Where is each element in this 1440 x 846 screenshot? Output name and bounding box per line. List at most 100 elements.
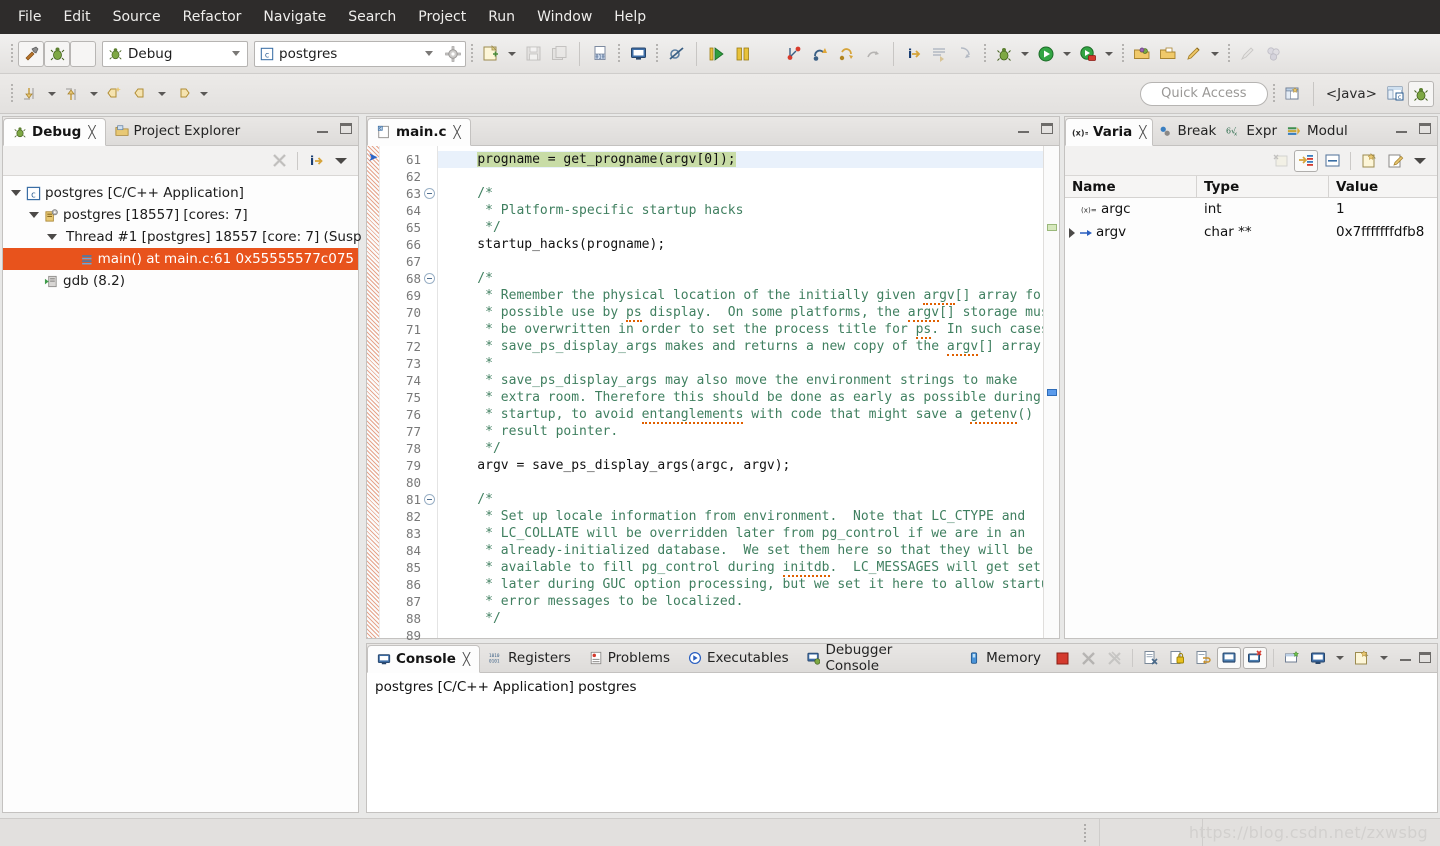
overview-marker-green[interactable] <box>1047 224 1057 231</box>
open-resource-icon[interactable] <box>1155 41 1181 67</box>
open-console-icon[interactable] <box>1280 647 1304 669</box>
binary-file-icon[interactable]: 010 <box>587 41 613 67</box>
info-step-icon[interactable]: i <box>901 41 927 67</box>
tree-item-process[interactable]: postgres [18557] [cores: 7] <box>3 204 358 226</box>
tree-item-gdb[interactable]: gdb (8.2) <box>3 270 358 292</box>
minimize-icon[interactable] <box>1396 124 1407 133</box>
new-console-dropdown-arrow[interactable] <box>1380 656 1388 660</box>
code-line[interactable]: * Set up locale information from environ… <box>438 508 1043 525</box>
chevron-down-icon[interactable] <box>29 212 39 218</box>
editor-code[interactable]: progname = get_progname(argv[0]); /* * P… <box>438 146 1043 638</box>
code-line[interactable]: * LC_COLLATE will be overridden later fr… <box>438 525 1043 542</box>
previous-member-dropdown-arrow[interactable] <box>90 91 98 96</box>
profile-launch-icon[interactable] <box>1075 41 1101 67</box>
code-line[interactable]: * Platform-specific startup hacks <box>438 202 1043 219</box>
code-line[interactable]: * be overwritten in order to set the pro… <box>438 321 1043 339</box>
previous-member-icon[interactable] <box>60 81 86 107</box>
menu-item-window[interactable]: Window <box>527 4 602 30</box>
code-line[interactable]: * already-initialized database. We set t… <box>438 542 1043 559</box>
tab-debug[interactable]: Debug ╳ <box>3 118 106 146</box>
tree-item-thread[interactable]: Thread #1 [postgres] 18557 [core: 7] (Su… <box>3 226 362 248</box>
open-type-icon[interactable] <box>1129 41 1155 67</box>
suspend-icon[interactable] <box>730 41 756 67</box>
code-line[interactable] <box>438 168 1043 185</box>
code-line[interactable]: */ <box>438 219 1043 236</box>
table-row[interactable]: argv char ** 0x7fffffffdfb8 <box>1065 221 1437 244</box>
menu-item-source[interactable]: Source <box>103 4 171 30</box>
new-console-view-icon[interactable] <box>1350 647 1374 669</box>
console-icon[interactable] <box>625 41 651 67</box>
next-member-icon[interactable] <box>18 81 44 107</box>
tab-registers[interactable]: 1010 0101 Registers <box>480 644 580 672</box>
menu-item-project[interactable]: Project <box>408 4 476 30</box>
code-line[interactable]: * save_ps_display_args makes and returns… <box>438 338 1043 356</box>
skip-breakpoints-icon[interactable] <box>663 41 689 67</box>
tab-variables[interactable]: (x)= Varia ╳ <box>1065 118 1154 146</box>
fold-collapse-icon[interactable] <box>424 185 437 202</box>
console-body[interactable]: postgres [C/C++ Application] postgres <box>367 673 1437 812</box>
launch-mode-combo[interactable]: Debug <box>102 40 248 67</box>
code-line[interactable]: * extra room. Therefore this should be d… <box>438 389 1043 406</box>
tab-project-explorer[interactable]: Project Explorer <box>106 117 250 145</box>
code-line[interactable]: /* <box>438 185 1043 202</box>
last-edit-location-icon[interactable] <box>102 81 128 107</box>
view-menu-icon[interactable] <box>1414 157 1426 164</box>
code-line[interactable]: argv = save_ps_display_args(argc, argv); <box>438 457 1043 474</box>
code-line[interactable]: startup_hacks(progname); <box>438 236 1043 253</box>
maximize-icon[interactable] <box>340 123 352 134</box>
detail-pane-icon[interactable] <box>1320 150 1344 172</box>
code-line[interactable] <box>438 253 1043 270</box>
minimize-icon[interactable] <box>1400 652 1411 661</box>
perspective-label-java[interactable]: <Java> <box>1321 86 1382 102</box>
menu-item-file[interactable]: File <box>8 4 51 30</box>
close-icon[interactable]: ╳ <box>1139 125 1146 139</box>
editor-marker-bar[interactable]: ➤ <box>367 146 380 638</box>
pin-console-icon[interactable] <box>1217 647 1241 669</box>
clear-console-icon[interactable] <box>1139 647 1163 669</box>
table-row[interactable]: (x)= argc int 1 <box>1065 198 1437 221</box>
resume-icon[interactable] <box>704 41 730 67</box>
chevron-right-icon[interactable] <box>1069 227 1075 238</box>
scroll-lock-icon[interactable] <box>1165 647 1189 669</box>
code-line[interactable]: * available to fill pg_control during in… <box>438 559 1043 577</box>
maximize-icon[interactable] <box>1041 123 1053 134</box>
fold-collapse-icon[interactable] <box>424 491 437 508</box>
code-line[interactable]: * Remember the physical location of the … <box>438 287 1043 305</box>
step-return-icon[interactable] <box>834 41 860 67</box>
forward-history-icon[interactable] <box>170 81 196 107</box>
menu-item-refactor[interactable]: Refactor <box>173 4 252 30</box>
tab-expressions[interactable]: 6√ x Expr <box>1221 117 1282 145</box>
maximize-icon[interactable] <box>1419 651 1431 663</box>
code-line[interactable]: * <box>438 355 1043 372</box>
terminate-stop-icon[interactable] <box>70 40 96 67</box>
minimize-icon[interactable] <box>1018 124 1029 133</box>
close-icon[interactable]: ╳ <box>463 652 470 666</box>
info-icon[interactable]: i <box>304 150 328 172</box>
code-line[interactable]: /* <box>438 491 1043 508</box>
code-line[interactable]: * save_ps_display_args may also move the… <box>438 372 1043 389</box>
tree-item-stack-frame[interactable]: main() at main.c:61 0x55555577c075 <box>3 248 358 270</box>
code-line[interactable]: * later during GUC option processing, bu… <box>438 576 1043 593</box>
tab-main-c[interactable]: c main.c ╳ <box>367 118 471 146</box>
code-line[interactable]: * possible use by ps display. On some pl… <box>438 304 1043 322</box>
code-line[interactable]: progname = get_progname(argv[0]); <box>438 151 1043 168</box>
code-line[interactable]: */ <box>438 610 1043 627</box>
menu-item-edit[interactable]: Edit <box>53 4 100 30</box>
edit-watch-icon[interactable] <box>1383 150 1407 172</box>
run-launch-icon[interactable] <box>1033 41 1059 67</box>
column-header-type[interactable]: Type <box>1197 175 1329 198</box>
tab-executables[interactable]: Executables <box>679 644 798 672</box>
back-dropdown-arrow[interactable] <box>158 91 166 96</box>
code-line[interactable]: * startup, to avoid entanglements with c… <box>438 406 1043 424</box>
tab-problems[interactable]: Problems <box>580 644 679 672</box>
tab-modules[interactable]: Modul <box>1282 117 1353 145</box>
hammer-icon[interactable] <box>18 40 44 67</box>
editor-overview-ruler[interactable] <box>1043 146 1059 638</box>
gear-icon[interactable] <box>445 45 461 62</box>
new-file-icon[interactable] <box>478 41 504 67</box>
maximize-icon[interactable] <box>1419 123 1431 134</box>
debug-launch-icon[interactable] <box>991 41 1017 67</box>
tab-memory[interactable]: Memory <box>958 644 1050 672</box>
step-into-icon[interactable] <box>782 41 808 67</box>
editor-folding-column[interactable] <box>424 146 438 638</box>
